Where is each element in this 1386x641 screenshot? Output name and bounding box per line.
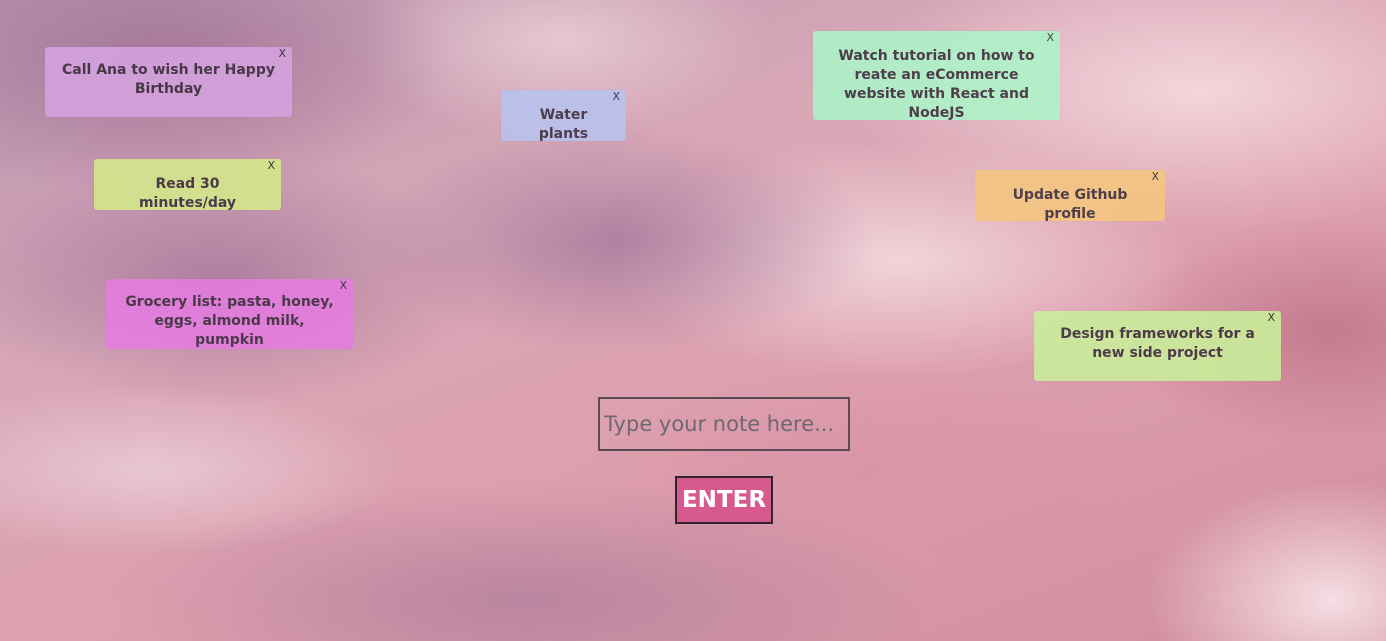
note-input[interactable] [598, 397, 850, 451]
sticky-note: X Update Github profile [975, 170, 1165, 222]
sticky-note: X Design frameworks for a new side proje… [1034, 311, 1281, 381]
note-text: Water plants [538, 107, 589, 142]
close-note-button[interactable]: X [278, 48, 286, 60]
enter-button[interactable]: ENTER [675, 476, 773, 524]
sticky-note: X Watch tutorial on how to reate an eCom… [813, 31, 1060, 121]
note-text: Design frameworks for a new side project [1060, 326, 1255, 361]
close-note-button[interactable]: X [339, 280, 347, 292]
close-note-button[interactable]: X [267, 160, 275, 172]
note-text: Grocery list: pasta, honey, eggs, almond… [125, 294, 334, 348]
note-text: Watch tutorial on how to reate an eComme… [838, 48, 1035, 121]
close-note-button[interactable]: X [1046, 32, 1054, 44]
sticky-notes-page: { "notes": [ { "text": "Call Ana to wish… [0, 0, 1386, 641]
note-text: Read 30 minutes/day [138, 176, 237, 211]
close-note-button[interactable]: X [1267, 312, 1275, 324]
close-note-button[interactable]: X [1151, 171, 1159, 183]
sticky-note: X Water plants [501, 90, 626, 142]
close-note-button[interactable]: X [612, 91, 620, 103]
note-text: Call Ana to wish her Happy Birthday [62, 62, 275, 97]
sticky-note: X Read 30 minutes/day [94, 159, 281, 211]
sticky-note: X Call Ana to wish her Happy Birthday [45, 47, 292, 117]
sticky-note: X Grocery list: pasta, honey, eggs, almo… [106, 279, 353, 349]
note-text: Update Github profile [1012, 187, 1128, 222]
